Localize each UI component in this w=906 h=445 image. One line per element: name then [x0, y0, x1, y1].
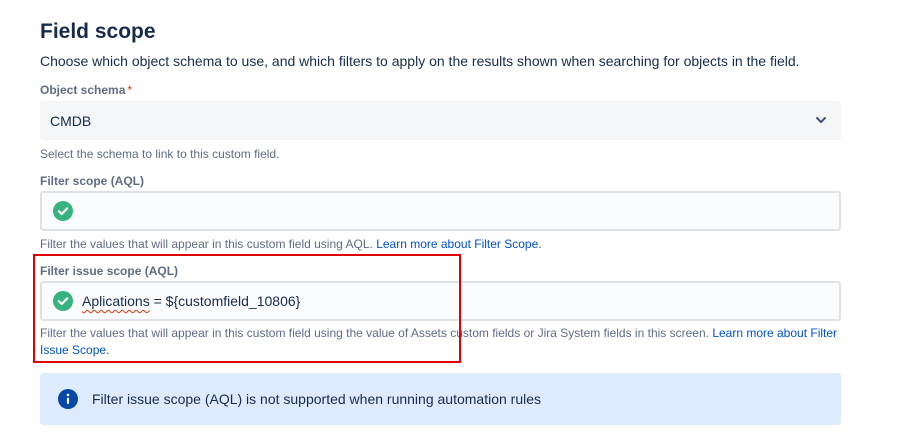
required-marker: *: [127, 83, 133, 97]
object-schema-label-text: Object schema: [40, 83, 126, 97]
filter-scope-help: Filter the values that will appear in th…: [40, 237, 542, 251]
object-schema-help: Select the schema to link to this custom…: [40, 147, 280, 161]
section-title: Field scope: [40, 20, 156, 43]
object-schema-select[interactable]: CMDB: [40, 101, 841, 140]
annotation-highlight-box: [33, 254, 461, 363]
section-description: Choose which object schema to use, and w…: [40, 53, 800, 69]
object-schema-label: Object schema *: [40, 83, 132, 97]
chevron-down-icon: [816, 117, 826, 123]
info-banner: Filter issue scope (AQL) is not supporte…: [40, 373, 841, 425]
info-icon: [58, 389, 78, 409]
filter-scope-label: Filter scope (AQL): [40, 174, 145, 188]
filter-scope-input[interactable]: [40, 191, 841, 231]
object-schema-value: CMDB: [50, 113, 92, 129]
info-banner-message: Filter issue scope (AQL) is not supporte…: [92, 391, 542, 407]
filter-scope-help-text: Filter the values that will appear in th…: [40, 237, 373, 251]
filter-scope-learn-more-link[interactable]: Learn more about Filter Scope.: [376, 237, 541, 251]
check-circle-icon: [53, 201, 73, 221]
